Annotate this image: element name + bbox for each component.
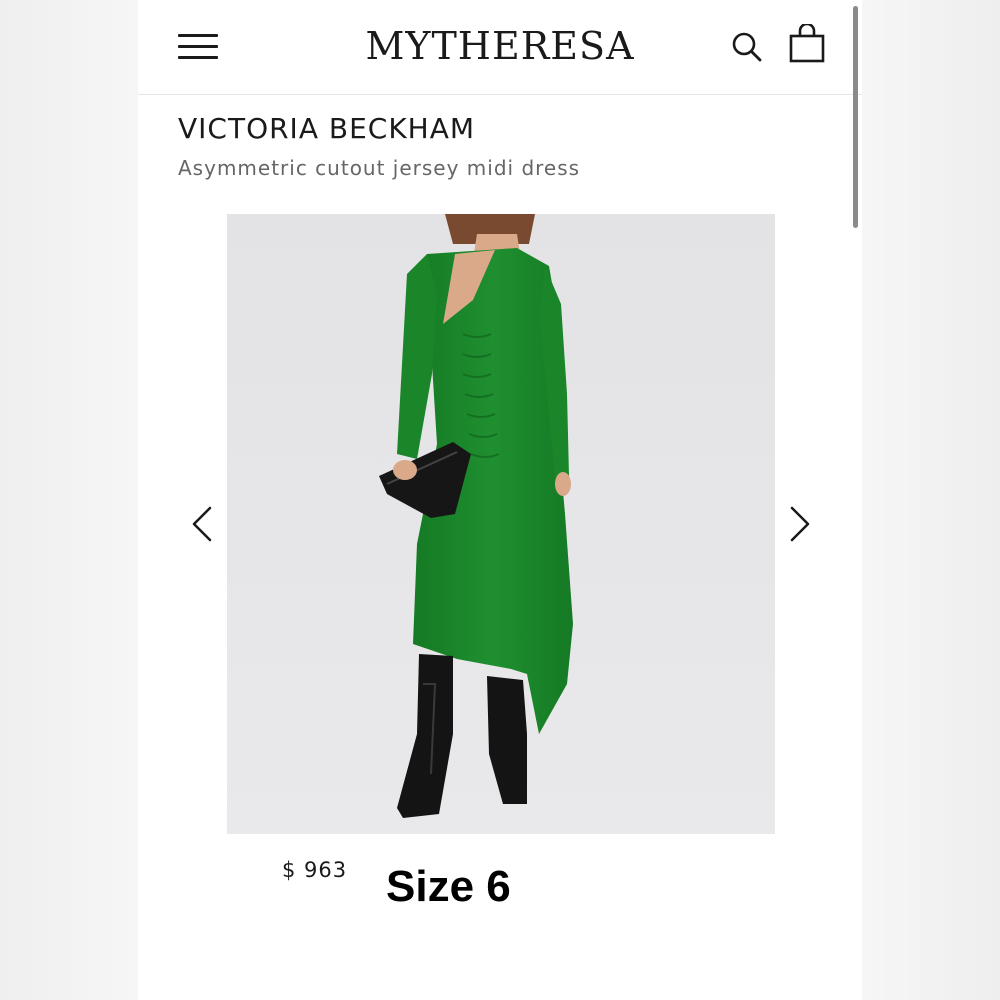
product-title: Asymmetric cutout jersey midi dress: [178, 156, 581, 180]
background-right: [862, 0, 1000, 1000]
site-logo[interactable]: MYTHERESA: [348, 24, 652, 68]
product-photo-illustration: [227, 214, 775, 834]
hamburger-menu-icon[interactable]: [178, 32, 218, 60]
chevron-left-icon[interactable]: [188, 504, 216, 544]
shopping-bag-icon[interactable]: [788, 24, 826, 64]
search-icon[interactable]: [730, 30, 764, 64]
top-header: MYTHERESA: [138, 0, 862, 95]
product-image[interactable]: [227, 214, 775, 834]
size-note: Size 6: [386, 862, 511, 911]
product-price: $ 963: [282, 858, 348, 882]
scrollbar[interactable]: [853, 6, 858, 228]
chevron-right-icon[interactable]: [786, 504, 814, 544]
background-left: [0, 0, 138, 1000]
mobile-screen: MYTHERESA VICTORIA BECKHAM Asymmetric cu…: [138, 0, 862, 1000]
product-brand[interactable]: VICTORIA BECKHAM: [178, 112, 475, 145]
